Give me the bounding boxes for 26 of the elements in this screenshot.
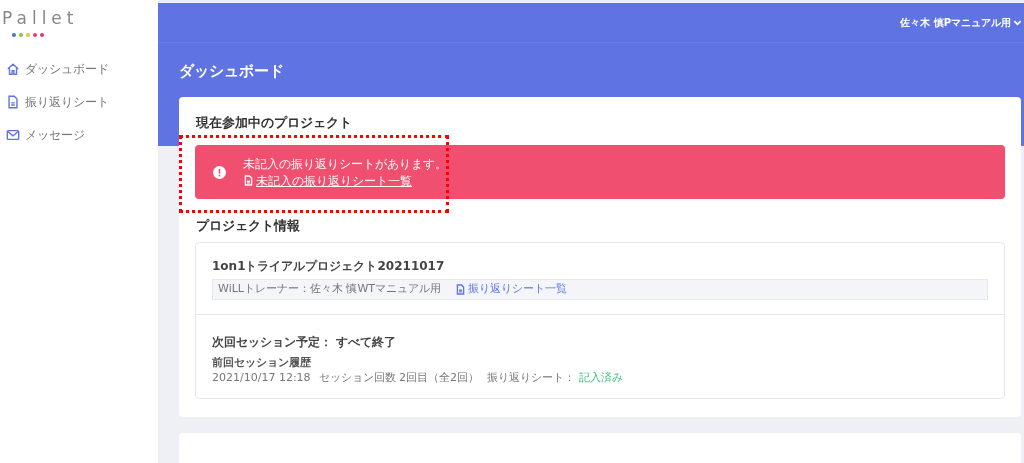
document-icon [6,94,20,109]
sheet-list-link[interactable]: 振り返りシート一覧 [455,281,568,298]
sheet-status: 記入済み [579,369,624,386]
session-datetime: 2021/10/17 12:18 [212,369,311,386]
exclamation-circle-icon [213,165,226,179]
sidebar-item[interactable]: メッセージ [6,125,158,144]
session-count: セッション回数 2回目（全2回） [318,369,480,386]
user-menu[interactable]: 佐々木 慎Pマニュアル用 [900,15,1022,30]
trainer-text: WiLLトレーナー：佐々木 慎WTマニュアル用 [218,281,442,298]
logo-text: Pallet [2,10,80,27]
alert-message: 未記入の振り返りシートがあります。 [243,155,447,172]
sheet-label: 振り返りシート： [487,369,576,386]
sidebar-item[interactable]: 振り返りシート [6,92,158,111]
sidebar-item[interactable]: ダッシュボード [6,59,158,78]
document-icon [455,284,467,295]
mail-icon [6,127,20,142]
next-session: 次回セッション予定： すべて終了 [212,334,398,351]
history-title: 前回セッション履歴 [212,355,312,370]
chevron-down-icon [1013,18,1022,27]
alert-link[interactable]: 未記入の振り返りシート一覧 [243,172,447,189]
page-title: ダッシュボード [179,61,285,81]
project-name: 1on1トライアルプロジェクト20211017 [212,258,446,275]
home-icon [6,61,20,76]
section-title: 現在参加中のプロジェクト [196,114,353,132]
document-icon [243,175,254,186]
section-title: プロジェクト情報 [196,217,301,235]
